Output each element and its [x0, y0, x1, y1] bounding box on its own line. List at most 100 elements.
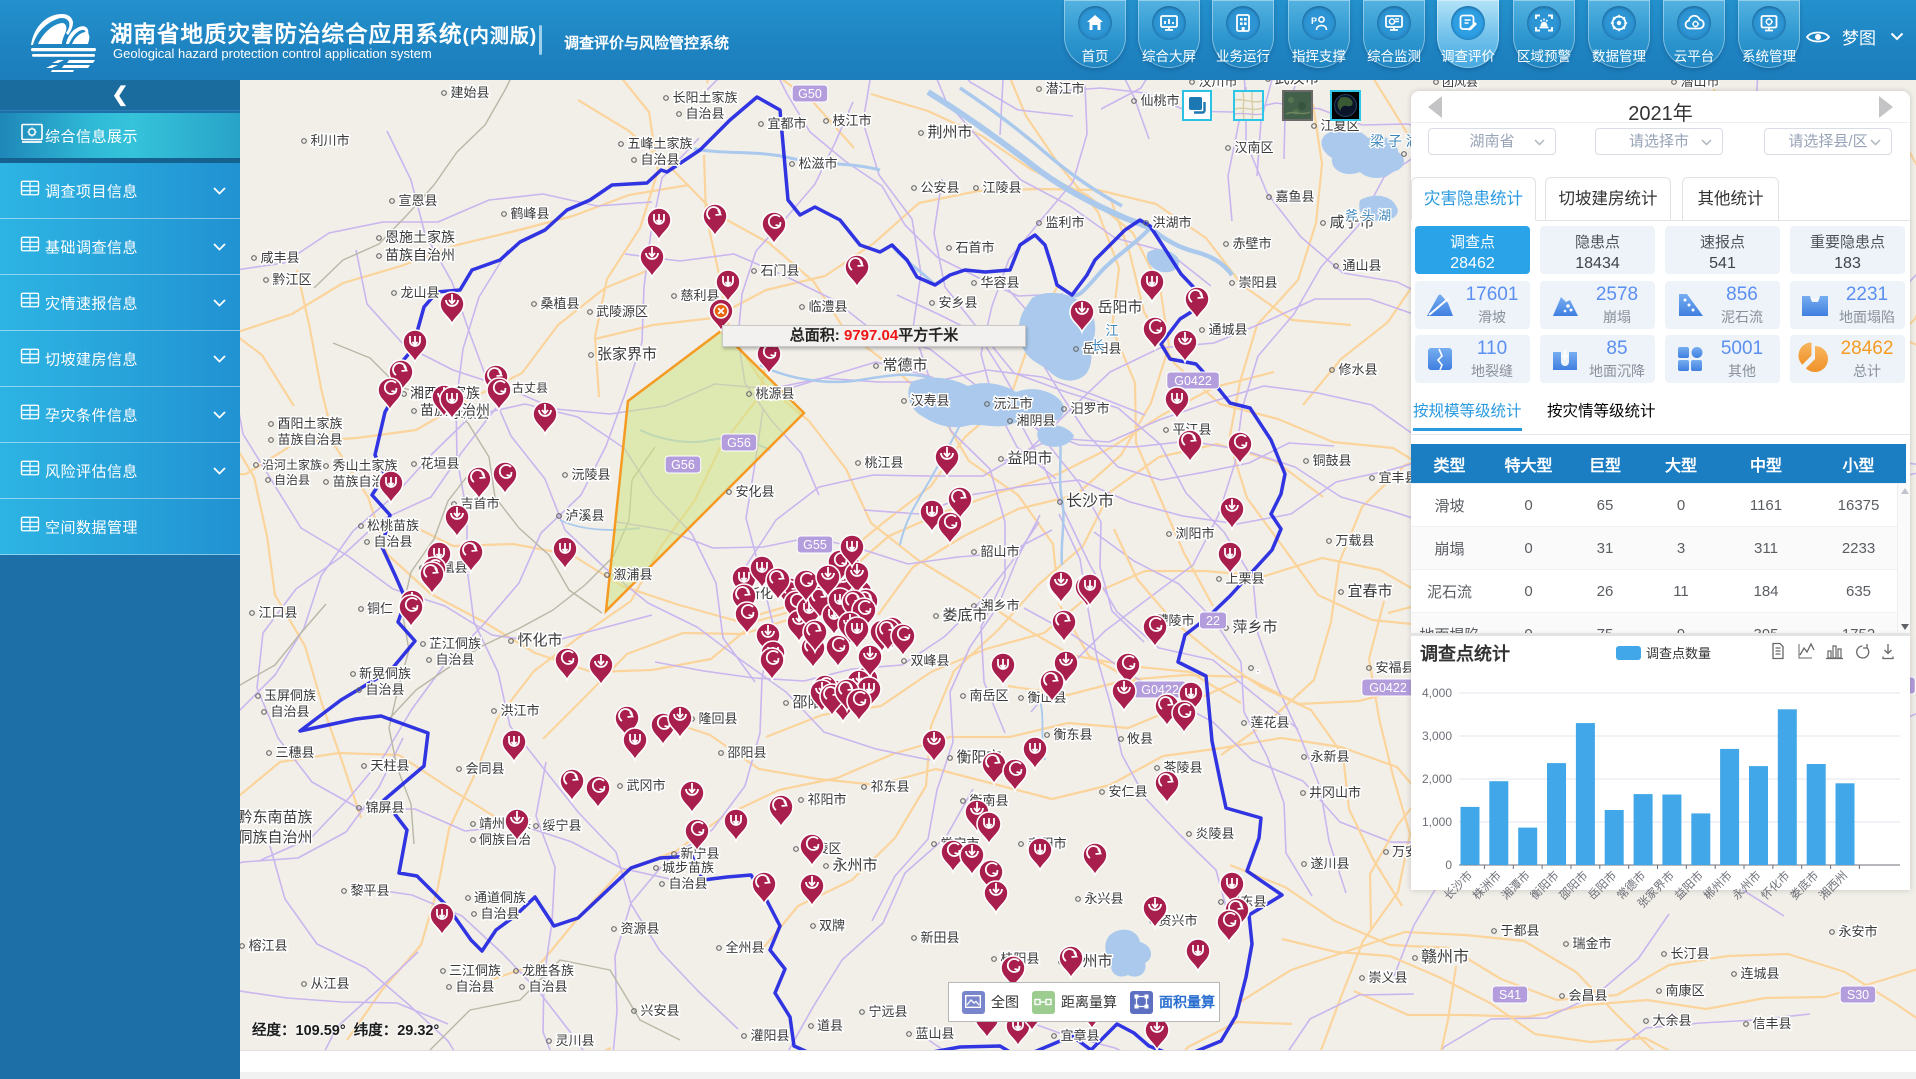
svg-text:沿河土家族: 沿河土家族	[262, 457, 322, 472]
svg-text:永新县: 永新县	[1310, 749, 1349, 764]
svg-text:利川市: 利川市	[310, 133, 349, 148]
svg-text:蓝山县: 蓝山县	[915, 1026, 954, 1041]
svg-text:榕江县: 榕江县	[248, 938, 287, 953]
svg-text:长汀县: 长汀县	[1670, 946, 1709, 961]
svg-text:潜山市: 潜山市	[1680, 80, 1719, 89]
svg-text:溆浦县: 溆浦县	[613, 567, 652, 582]
svg-text:石门县: 石门县	[760, 263, 799, 278]
svg-text:仙桃市: 仙桃市	[1140, 93, 1179, 108]
svg-text:汉寿县: 汉寿县	[910, 393, 949, 408]
svg-text:双牌: 双牌	[819, 918, 845, 933]
svg-text:花垣县: 花垣县	[420, 456, 459, 471]
svg-text:隆回县: 隆回县	[698, 711, 737, 726]
svg-text:炎陵县: 炎陵县	[1195, 826, 1234, 841]
svg-text:汉川市: 汉川市	[1198, 80, 1237, 89]
svg-text:玉屏侗族: 玉屏侗族	[264, 688, 316, 703]
svg-text:S30: S30	[1847, 988, 1869, 1002]
svg-text:安乡县: 安乡县	[938, 295, 977, 310]
svg-text:黎平县: 黎平县	[350, 883, 389, 898]
svg-text:古丈县: 古丈县	[512, 380, 548, 395]
svg-text:益阳市: 益阳市	[1007, 450, 1052, 467]
svg-text:大余县: 大余县	[1652, 1013, 1691, 1028]
svg-text:三穗县: 三穗县	[275, 745, 314, 760]
svg-text:自治县: 自治县	[435, 652, 474, 667]
svg-text:南康区: 南康区	[1665, 983, 1704, 998]
svg-text:攸县: 攸县	[1127, 731, 1153, 746]
svg-text:于都县: 于都县	[1500, 923, 1539, 938]
svg-text:桃源县: 桃源县	[755, 386, 794, 401]
svg-text:永州市: 永州市	[832, 857, 877, 874]
svg-text:灌阳县: 灌阳县	[750, 1028, 789, 1043]
svg-text:鹤峰县: 鹤峰县	[510, 206, 549, 221]
svg-text:22: 22	[1206, 614, 1220, 628]
svg-text:自治县: 自治县	[528, 979, 567, 994]
svg-text:酉阳土家族: 酉阳土家族	[277, 416, 342, 431]
svg-text:2,000: 2,000	[1422, 772, 1452, 786]
svg-text:宜春市: 宜春市	[1347, 583, 1392, 600]
svg-text:龙山县: 龙山县	[400, 285, 439, 300]
svg-text:从江县: 从江县	[310, 976, 349, 991]
svg-text:宜章县: 宜章县	[1060, 1028, 1099, 1043]
svg-text:G56: G56	[671, 458, 695, 472]
svg-text:韶山市: 韶山市	[980, 544, 1019, 559]
svg-text:松桃苗族: 松桃苗族	[367, 518, 419, 533]
svg-text:宣恩县: 宣恩县	[398, 193, 437, 208]
svg-text:苗族自治县: 苗族自治县	[277, 432, 342, 447]
svg-text:自治县: 自治县	[685, 106, 724, 121]
svg-text:兴安县: 兴安县	[640, 1003, 679, 1018]
svg-text:龙胜各族: 龙胜各族	[522, 963, 574, 978]
svg-text:宜都市: 宜都市	[767, 116, 806, 131]
svg-text:通道侗族: 通道侗族	[474, 890, 526, 905]
svg-text:G50: G50	[798, 87, 822, 101]
svg-text:祁东县: 祁东县	[870, 779, 909, 794]
svg-text:G55: G55	[803, 538, 827, 552]
svg-text:洪江市: 洪江市	[500, 703, 539, 718]
svg-text:沅陵县: 沅陵县	[571, 467, 610, 482]
svg-text:锦屏县: 锦屏县	[365, 800, 404, 815]
svg-text:4,000: 4,000	[1422, 686, 1452, 700]
svg-text:G0422: G0422	[1174, 374, 1212, 388]
svg-text:铜仁: 铜仁	[367, 601, 393, 616]
svg-text:崇阳县: 崇阳县	[1238, 275, 1277, 290]
svg-text:遂川县: 遂川县	[1310, 856, 1349, 871]
svg-text:松滋市: 松滋市	[798, 156, 837, 171]
svg-text:上栗县: 上栗县	[1225, 571, 1264, 586]
svg-text:瑞金市: 瑞金市	[1572, 936, 1611, 951]
svg-text:枝江市: 枝江市	[832, 113, 871, 128]
svg-text:修水县: 修水县	[1338, 362, 1377, 377]
svg-text:芷江侗族: 芷江侗族	[429, 636, 481, 651]
svg-text:湘阴县: 湘阴县	[1016, 413, 1055, 428]
svg-text:新田县: 新田县	[920, 930, 959, 945]
svg-text:信丰县: 信丰县	[1752, 1016, 1791, 1031]
svg-text:汨罗市: 汨罗市	[1070, 401, 1109, 416]
svg-text:岳阳市: 岳阳市	[1097, 299, 1142, 316]
svg-text:新宁县: 新宁县	[680, 846, 719, 861]
svg-text:城步苗族: 城步苗族	[662, 860, 714, 875]
svg-text:通山县: 通山县	[1342, 258, 1381, 273]
svg-text:石首市: 石首市	[955, 240, 994, 255]
svg-text:江: 江	[1105, 323, 1118, 338]
svg-text:安福县: 安福县	[1375, 660, 1414, 675]
svg-text:咸丰县: 咸丰县	[260, 250, 299, 265]
svg-text:安化县: 安化县	[735, 484, 774, 499]
svg-text:黔江区: 黔江区	[272, 272, 311, 287]
svg-text:南岳区: 南岳区	[969, 688, 1008, 703]
svg-text:武汉市: 武汉市	[1274, 80, 1319, 87]
svg-text:天柱县: 天柱县	[370, 758, 409, 773]
svg-text:自治县: 自治县	[274, 473, 310, 487]
svg-text:武陵源区: 武陵源区	[596, 304, 648, 319]
svg-text:常德市: 常德市	[882, 356, 927, 374]
svg-text:五峰土家族: 五峰土家族	[627, 136, 692, 151]
svg-text:井冈山市: 井冈山市	[1309, 785, 1361, 800]
svg-text:自治县: 自治县	[373, 534, 412, 549]
svg-text:3,000: 3,000	[1422, 729, 1452, 743]
svg-text:衡东县: 衡东县	[1053, 727, 1092, 742]
svg-text:长: 长	[1091, 338, 1104, 353]
svg-text:双峰县: 双峰县	[910, 653, 949, 668]
svg-text:苗族自治州: 苗族自治州	[385, 247, 455, 263]
svg-text:怀化市: 怀化市	[517, 632, 562, 649]
svg-text:P: P	[1311, 16, 1317, 26]
svg-text:G56: G56	[727, 436, 751, 450]
svg-text:荆州市: 荆州市	[927, 124, 972, 141]
svg-text:三江侗族: 三江侗族	[449, 963, 501, 978]
